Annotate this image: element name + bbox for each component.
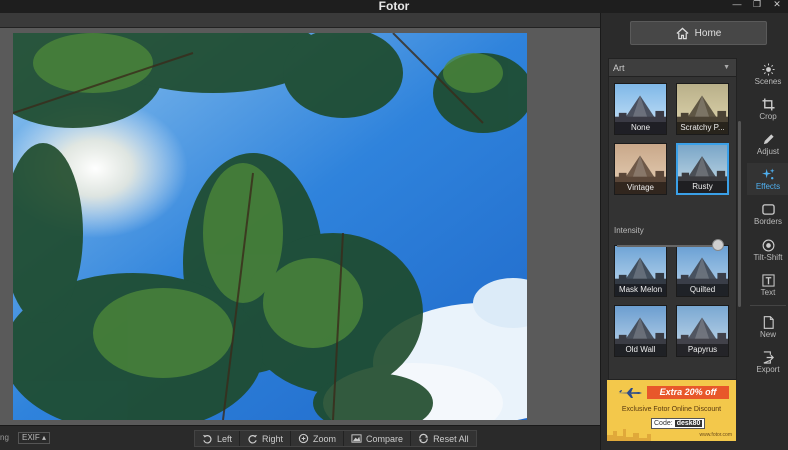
effect-thumbnail-scratchy[interactable]: Scratchy P... <box>676 83 729 135</box>
compare-button[interactable]: Compare <box>344 431 412 446</box>
effect-thumbnail-label: None <box>615 122 666 134</box>
compare-icon <box>351 434 362 443</box>
rotate-left-label: Left <box>217 433 233 444</box>
nav-label: Crop <box>759 111 777 121</box>
promo-subtext: Exclusive Fotor Online Discount <box>621 406 722 413</box>
nav-adjust[interactable]: Adjust <box>747 128 788 160</box>
rotate-left-button[interactable]: Left <box>195 431 241 446</box>
rotate-right-label: Right <box>262 433 284 444</box>
nav-label: Tilt-Shift <box>753 252 783 262</box>
rotate-left-icon <box>202 434 212 444</box>
maximize-button[interactable]: ❐ <box>748 0 766 10</box>
promo-headline: Extra 20% off <box>647 386 729 399</box>
bottom-toolbar: ng EXIF ▴ Left Right Zoom Compare Reset … <box>0 425 600 450</box>
nav-label: New <box>759 329 776 339</box>
image-tools: Left Right Zoom Compare Reset All <box>194 430 477 447</box>
effect-thumbnail-melon[interactable]: Mask Melon <box>614 245 667 297</box>
effect-thumbnail-label: Quilted <box>677 284 728 296</box>
effect-thumbnail-label: Papyrus <box>677 344 728 356</box>
nav-label: Scenes <box>754 76 782 86</box>
title-bar: Fotor — ❐ ✕ <box>0 0 788 13</box>
effect-thumbnail-rusty[interactable]: Rusty <box>676 143 729 195</box>
target-icon <box>762 239 774 251</box>
frame-icon <box>761 203 775 215</box>
promo-banner[interactable]: Extra 20% off Exclusive Fotor Online Dis… <box>607 380 736 441</box>
canvas-area <box>0 13 600 425</box>
pencil-icon <box>763 133 774 144</box>
effect-category-select[interactable]: Art ▼ <box>609 59 736 77</box>
new-file-icon <box>763 315 774 329</box>
rotate-right-icon <box>248 434 258 444</box>
right-panel: Home Art ▼ None Scratchy P... Vintage Rusty… <box>600 13 788 450</box>
sparkle-icon <box>761 167 775 179</box>
canvas-top-strip <box>0 13 600 28</box>
effect-thumbnail-none[interactable]: None <box>614 83 667 135</box>
exif-button[interactable]: EXIF ▴ <box>18 432 51 444</box>
effect-thumbnail-label: Rusty <box>678 181 727 193</box>
promo-url: www.fotor.com <box>699 432 732 438</box>
nav-label: Export <box>756 364 780 374</box>
export-icon <box>763 350 774 364</box>
app-title: Fotor <box>378 0 410 13</box>
effect-thumbnail-label: Mask Melon <box>615 284 666 296</box>
sun-icon <box>761 62 775 76</box>
rotate-right-button[interactable]: Right <box>240 431 292 446</box>
intensity-slider-track[interactable] <box>617 245 723 247</box>
nav-scenes[interactable]: Scenes <box>747 58 788 90</box>
effects-panel: Art ▼ None Scratchy P... Vintage Rusty Mask … <box>608 58 737 380</box>
intensity-label: Intensity <box>614 226 644 235</box>
home-label: Home <box>694 27 722 39</box>
home-icon <box>676 27 689 39</box>
nav-divider <box>750 305 786 306</box>
reset-icon <box>418 433 429 444</box>
minimize-button[interactable]: — <box>728 0 746 10</box>
nav-effects[interactable]: Effects <box>747 163 788 195</box>
reset-all-button[interactable]: Reset All <box>411 431 476 446</box>
photo-canvas[interactable] <box>13 33 527 420</box>
window-controls: — ❐ ✕ <box>728 0 786 10</box>
text-icon <box>761 273 775 287</box>
effect-thumbnail-vintage[interactable]: Vintage <box>614 143 667 195</box>
zoom-button[interactable]: Zoom <box>291 431 345 446</box>
effect-thumbnail-quilted[interactable]: Quilted <box>676 245 729 297</box>
effects-scrollbar[interactable] <box>738 121 741 307</box>
compare-label: Compare <box>366 433 404 444</box>
nav-label: Borders <box>753 216 782 226</box>
effect-thumbnail-oldwall[interactable]: Old Wall <box>614 305 667 357</box>
zoom-label: Zoom <box>313 433 337 444</box>
plane-icon <box>618 388 642 398</box>
effect-thumbnail-papyrus[interactable]: Papyrus <box>676 305 729 357</box>
nav-borders[interactable]: Borders <box>747 198 788 230</box>
intensity-slider-handle[interactable] <box>711 239 724 251</box>
effect-thumbnail-label: Scratchy P... <box>677 122 728 134</box>
chevron-down-icon: ▼ <box>723 64 730 71</box>
crop-icon <box>761 97 775 111</box>
nav-label: Adjust <box>756 146 780 156</box>
effect-thumbnail-label: Old Wall <box>615 344 666 356</box>
zoom-icon <box>298 433 309 444</box>
side-navigation: Scenes Crop Adjust Effects Borders Tilt-Shift… <box>747 58 788 398</box>
photo-image <box>13 33 527 420</box>
reset-all-label: Reset All <box>433 433 469 444</box>
nav-label: Text <box>760 287 776 297</box>
nav-text[interactable]: Text <box>747 269 788 301</box>
nav-tilt-shift[interactable]: Tilt-Shift <box>747 234 788 266</box>
bottom-left-text: ng <box>0 433 9 442</box>
close-button[interactable]: ✕ <box>768 0 786 10</box>
nav-label: Effects <box>755 181 781 191</box>
nav-new[interactable]: New <box>747 311 788 343</box>
home-button[interactable]: Home <box>630 21 767 45</box>
nav-export[interactable]: Export <box>747 346 788 378</box>
nav-crop[interactable]: Crop <box>747 93 788 125</box>
effect-category-value: Art <box>613 63 625 73</box>
effect-thumbnail-label: Vintage <box>615 182 666 194</box>
